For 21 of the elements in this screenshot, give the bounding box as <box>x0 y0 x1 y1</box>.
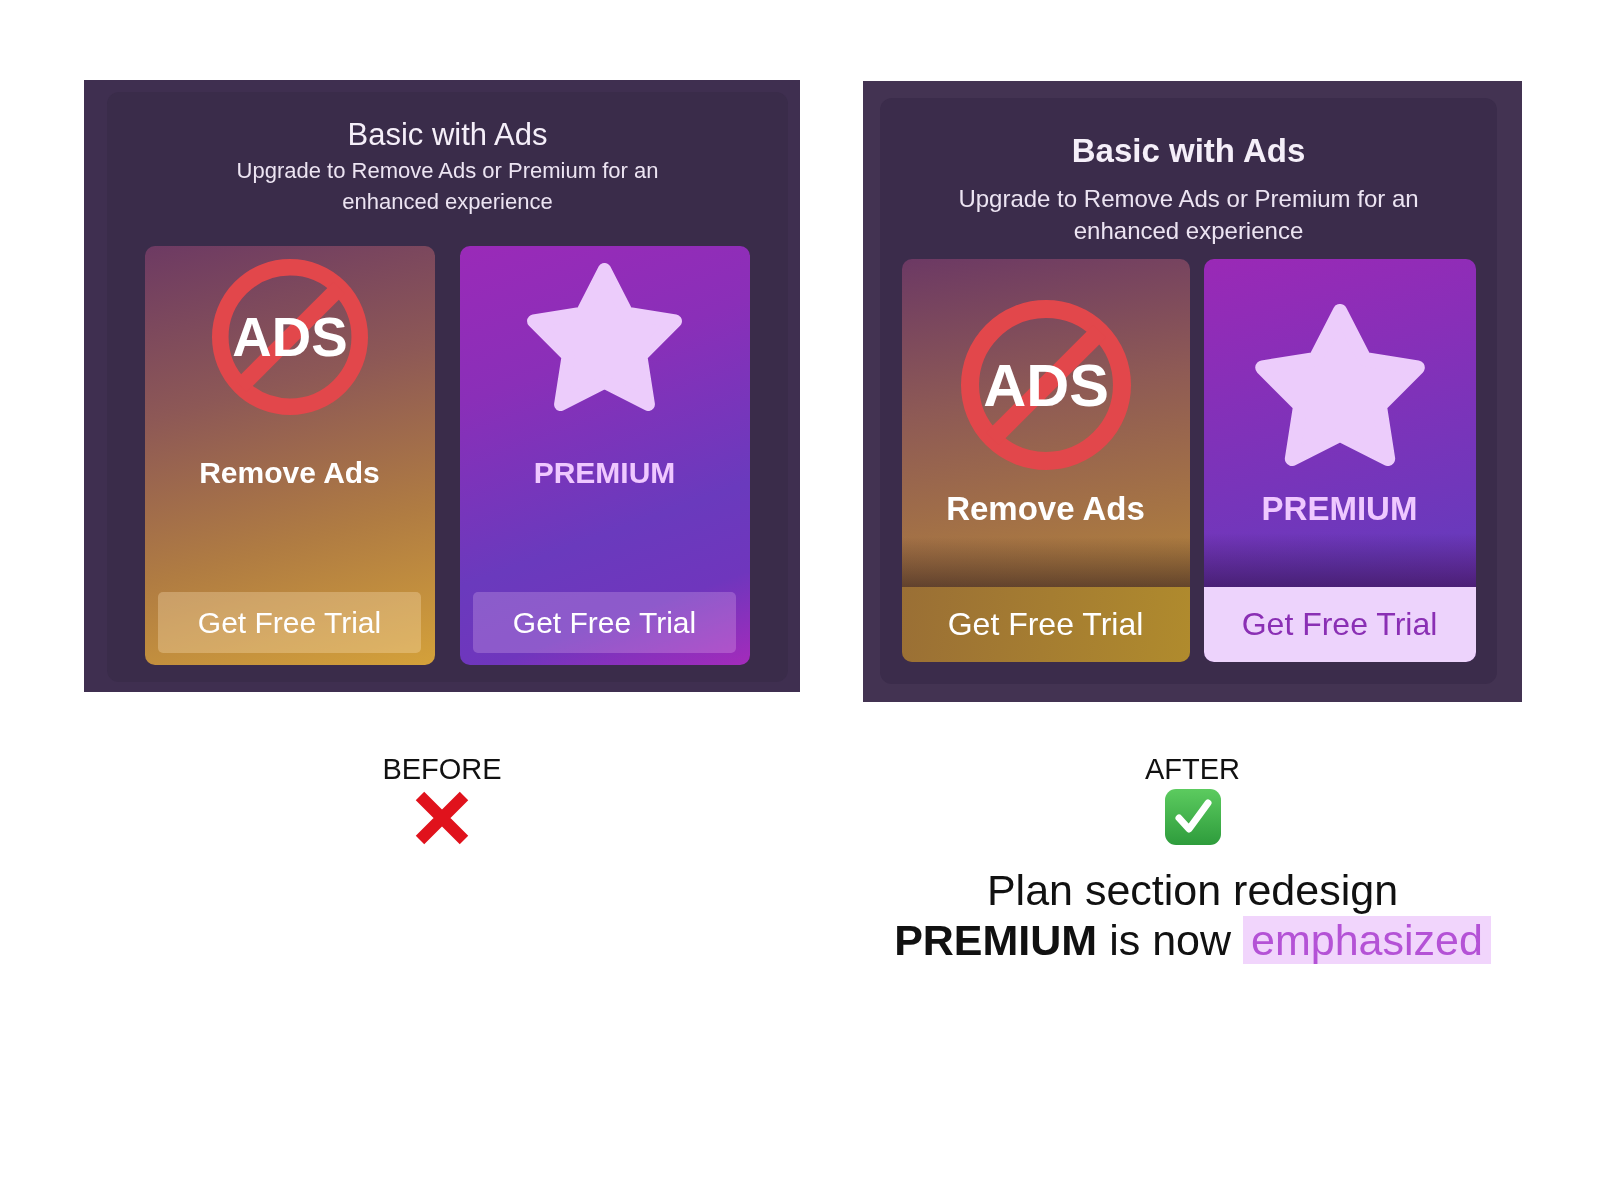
free-trial-button[interactable]: Get Free Trial <box>473 592 736 653</box>
plan-name: PREMIUM <box>1261 490 1418 528</box>
cross-icon <box>414 791 470 845</box>
comparison-label: BEFORE <box>382 752 502 786</box>
no-ads-icon: ADS <box>211 259 368 415</box>
plan-section-subtitle: Upgrade to Remove Ads or Premium for an enhanced experience <box>957 184 1420 246</box>
no-ads-icon: ADS <box>960 300 1131 470</box>
comparison-label: AFTER <box>1144 752 1241 786</box>
check-mark-icon <box>1164 789 1221 845</box>
plan-section-title: Basic with Ads <box>1071 132 1306 170</box>
star-icon <box>1254 304 1425 466</box>
plan-name: PREMIUM <box>533 455 676 491</box>
free-trial-button[interactable]: Get Free Trial <box>901 587 1190 662</box>
free-trial-button[interactable]: Get Free Trial <box>1203 587 1476 662</box>
caption-text: PREMIUM is now emphasized <box>894 915 1491 965</box>
plan-section-subtitle: Upgrade to Remove Ads or Premium for an enhanced experience <box>235 157 660 216</box>
plan-name: Remove Ads <box>946 490 1145 528</box>
caption-heading: Plan section redesign <box>986 865 1399 915</box>
plan-section-title: Basic with Ads <box>347 117 548 153</box>
plan-name: Remove Ads <box>199 455 380 491</box>
star-icon <box>527 263 682 411</box>
